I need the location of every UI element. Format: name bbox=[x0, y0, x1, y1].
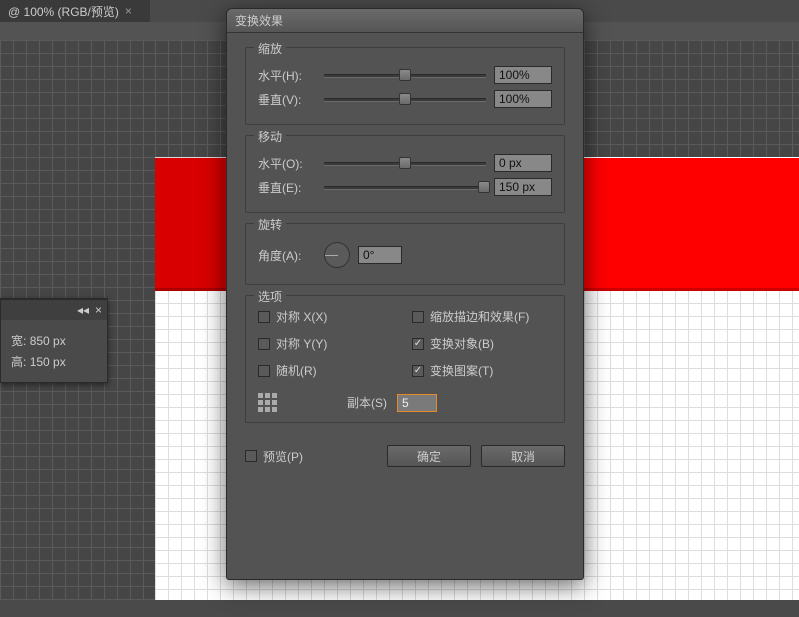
scale-v-value[interactable]: 100% bbox=[494, 90, 552, 108]
move-v-label: 垂直(E): bbox=[258, 179, 316, 196]
move-h-slider[interactable] bbox=[324, 155, 486, 171]
move-v-value[interactable]: 150 px bbox=[494, 178, 552, 196]
scale-h-label: 水平(H): bbox=[258, 67, 316, 84]
scale-v-label: 垂直(V): bbox=[258, 91, 316, 108]
mirror-x-checkbox[interactable]: 对称 X(X) bbox=[258, 308, 398, 325]
checkbox-icon bbox=[412, 311, 424, 323]
copies-label: 副本(S) bbox=[347, 394, 387, 411]
move-group: 移动 水平(O): 0 px 垂直(E): 150 px bbox=[245, 135, 565, 213]
copies-input[interactable]: 5 bbox=[397, 394, 437, 412]
dialog-titlebar[interactable]: 变换效果 bbox=[227, 9, 583, 33]
rotate-label: 角度(A): bbox=[258, 247, 316, 264]
slider-thumb[interactable] bbox=[399, 93, 411, 105]
rotate-title: 旋转 bbox=[254, 216, 286, 233]
cancel-button[interactable]: 取消 bbox=[481, 445, 565, 467]
dialog-title: 变换效果 bbox=[235, 12, 283, 29]
checkbox-icon bbox=[258, 311, 270, 323]
transform-effect-dialog: 变换效果 缩放 水平(H): 100% 垂直(V): 100% 移动 水平(O)… bbox=[226, 8, 584, 580]
move-title: 移动 bbox=[254, 128, 286, 145]
red-rectangle-overlap bbox=[155, 157, 225, 291]
info-panel[interactable]: ◂◂ × 宽: 850 px 高: 150 px bbox=[0, 298, 108, 383]
checkbox-icon bbox=[258, 338, 270, 350]
tab-title: @ 100% (RGB/预览) bbox=[8, 3, 119, 20]
checkbox-icon bbox=[258, 365, 270, 377]
close-icon[interactable]: × bbox=[95, 303, 102, 317]
scale-h-value[interactable]: 100% bbox=[494, 66, 552, 84]
slider-thumb[interactable] bbox=[399, 69, 411, 81]
scale-h-slider[interactable] bbox=[324, 67, 486, 83]
rotate-value[interactable]: 0° bbox=[358, 246, 402, 264]
slider-thumb[interactable] bbox=[478, 181, 490, 193]
rotate-group: 旋转 角度(A): 0° bbox=[245, 223, 565, 285]
info-width: 宽: 850 px bbox=[11, 332, 97, 349]
move-h-value[interactable]: 0 px bbox=[494, 154, 552, 172]
scale-stroke-checkbox[interactable]: 缩放描边和效果(F) bbox=[412, 308, 552, 325]
options-title: 选项 bbox=[254, 288, 286, 305]
chevron-left-icon[interactable]: ◂◂ bbox=[77, 303, 89, 317]
scale-group: 缩放 水平(H): 100% 垂直(V): 100% bbox=[245, 47, 565, 125]
move-h-label: 水平(O): bbox=[258, 155, 316, 172]
info-height: 高: 150 px bbox=[11, 353, 97, 370]
scale-title: 缩放 bbox=[254, 40, 286, 57]
options-group: 选项 对称 X(X) 缩放描边和效果(F) 对称 Y(Y) ✓变换对象(B) 随… bbox=[245, 295, 565, 423]
checkbox-icon bbox=[245, 450, 257, 462]
info-panel-header[interactable]: ◂◂ × bbox=[1, 300, 107, 320]
document-tab[interactable]: @ 100% (RGB/预览) × bbox=[0, 0, 150, 22]
close-icon[interactable]: × bbox=[125, 4, 132, 18]
checkbox-icon: ✓ bbox=[412, 365, 424, 377]
random-checkbox[interactable]: 随机(R) bbox=[258, 362, 398, 379]
slider-thumb[interactable] bbox=[399, 157, 411, 169]
ok-button[interactable]: 确定 bbox=[387, 445, 471, 467]
reference-point-icon[interactable] bbox=[258, 393, 277, 412]
scale-v-slider[interactable] bbox=[324, 91, 486, 107]
mirror-y-checkbox[interactable]: 对称 Y(Y) bbox=[258, 335, 398, 352]
preview-checkbox[interactable]: 预览(P) bbox=[245, 448, 303, 465]
transform-obj-checkbox[interactable]: ✓变换对象(B) bbox=[412, 335, 552, 352]
transform-pat-checkbox[interactable]: ✓变换图案(T) bbox=[412, 362, 552, 379]
move-v-slider[interactable] bbox=[324, 179, 486, 195]
checkbox-icon: ✓ bbox=[412, 338, 424, 350]
angle-dial[interactable] bbox=[324, 242, 350, 268]
